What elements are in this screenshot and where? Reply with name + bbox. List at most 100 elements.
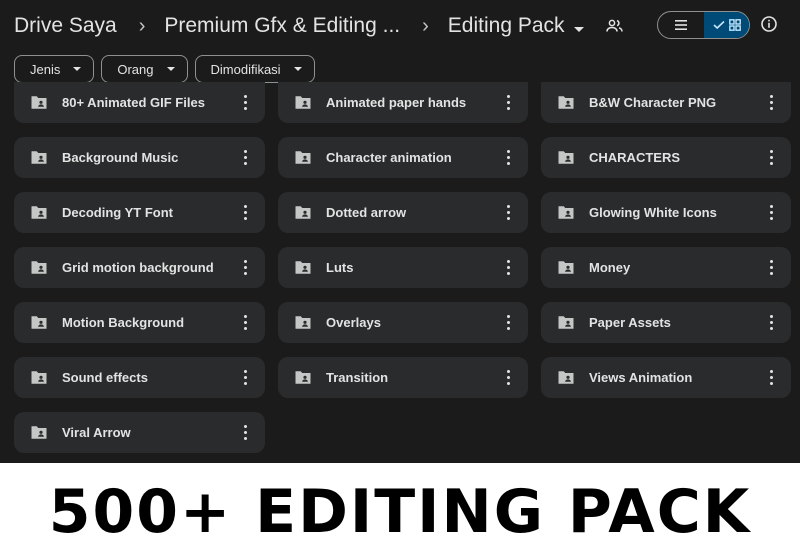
shared-folder-icon: [557, 95, 575, 111]
folder-item[interactable]: Transition: [278, 357, 528, 398]
folder-item[interactable]: Background Music: [14, 137, 265, 178]
folder-item[interactable]: 80+ Animated GIF Files: [14, 82, 265, 123]
grid-icon: [728, 19, 741, 31]
folder-name: Character animation: [326, 150, 452, 165]
folder-grid: 80+ Animated GIF Files Animated paper han…: [14, 82, 791, 453]
drive-window: Drive Saya › Premium Gfx & Editing ... ›…: [0, 0, 800, 463]
shared-folder-icon: [294, 150, 312, 166]
more-options-icon[interactable]: [498, 201, 518, 225]
breadcrumb: Drive Saya › Premium Gfx & Editing ... ›…: [14, 10, 623, 42]
shared-folder-icon: [294, 315, 312, 331]
shared-folder-icon: [294, 260, 312, 276]
more-options-icon[interactable]: [761, 91, 781, 115]
shared-folder-icon: [30, 205, 48, 221]
more-options-icon[interactable]: [235, 146, 255, 170]
list-icon: [675, 20, 687, 30]
folder-item[interactable]: Overlays: [278, 302, 528, 343]
more-options-icon[interactable]: [761, 366, 781, 390]
breadcrumb-root[interactable]: Drive Saya: [14, 14, 117, 38]
folder-item[interactable]: Motion Background: [14, 302, 265, 343]
dropdown-caret-icon: [73, 67, 82, 71]
folder-item[interactable]: Grid motion background: [14, 247, 265, 288]
folder-item[interactable]: Character animation: [278, 137, 528, 178]
shared-folder-icon: [557, 205, 575, 221]
more-options-icon[interactable]: [235, 311, 255, 335]
folder-name: Background Music: [62, 150, 179, 165]
folder-name: Sound effects: [62, 370, 148, 385]
folder-item[interactable]: Sound effects: [14, 357, 265, 398]
more-options-icon[interactable]: [498, 311, 518, 335]
shared-folder-icon: [30, 370, 48, 386]
folder-name: Grid motion background: [62, 260, 214, 275]
shared-people-icon[interactable]: [605, 19, 623, 33]
more-options-icon[interactable]: [235, 421, 255, 445]
folder-item[interactable]: Paper Assets: [541, 302, 791, 343]
folder-name: Dotted arrow: [326, 205, 407, 220]
current-folder-label: Editing Pack: [447, 14, 565, 37]
folder-item[interactable]: Money: [541, 247, 791, 288]
folder-name: Overlays: [326, 315, 381, 330]
more-options-icon[interactable]: [498, 366, 518, 390]
folder-name: 80+ Animated GIF Files: [62, 95, 205, 110]
shared-folder-icon: [557, 150, 575, 166]
folder-item[interactable]: CHARACTERS: [541, 137, 791, 178]
shared-folder-icon: [557, 260, 575, 276]
folder-item[interactable]: Views Animation: [541, 357, 791, 398]
folder-name: CHARACTERS: [589, 150, 680, 165]
folder-item[interactable]: Decoding YT Font: [14, 192, 265, 233]
more-options-icon[interactable]: [235, 91, 255, 115]
filter-bar: Jenis Orang Dimodifikasi: [14, 55, 315, 83]
shared-folder-icon: [30, 95, 48, 111]
breadcrumb-parent[interactable]: Premium Gfx & Editing ...: [164, 14, 400, 38]
more-options-icon[interactable]: [498, 146, 518, 170]
more-options-icon[interactable]: [761, 256, 781, 280]
shared-folder-icon: [30, 425, 48, 441]
folder-name: Luts: [326, 260, 354, 275]
chevron-right-icon: ›: [422, 14, 429, 37]
shared-folder-icon: [30, 150, 48, 166]
folder-item[interactable]: Animated paper hands: [278, 82, 528, 123]
more-options-icon[interactable]: [761, 146, 781, 170]
folder-name: Animated paper hands: [326, 95, 467, 110]
info-icon[interactable]: [760, 15, 778, 38]
folder-name: Views Animation: [589, 370, 693, 385]
shared-folder-icon: [30, 315, 48, 331]
dropdown-caret-icon: [166, 67, 175, 71]
folder-name: Glowing White Icons: [589, 205, 717, 220]
more-options-icon[interactable]: [235, 201, 255, 225]
more-options-icon[interactable]: [498, 256, 518, 280]
view-toggle: [657, 11, 750, 39]
more-options-icon[interactable]: [761, 311, 781, 335]
filter-people-chip[interactable]: Orang: [101, 55, 188, 83]
breadcrumb-current-folder[interactable]: Editing Pack: [448, 14, 584, 38]
folder-name: Money: [589, 260, 631, 275]
folder-name: Decoding YT Font: [62, 205, 173, 220]
folder-item[interactable]: Luts: [278, 247, 528, 288]
filter-type-chip[interactable]: Jenis: [14, 55, 95, 83]
more-options-icon[interactable]: [498, 91, 518, 115]
folder-name: Motion Background: [62, 315, 185, 330]
more-options-icon[interactable]: [235, 366, 255, 390]
list-view-button[interactable]: [658, 12, 704, 38]
more-options-icon[interactable]: [235, 256, 255, 280]
more-options-icon[interactable]: [761, 201, 781, 225]
shared-folder-icon: [294, 370, 312, 386]
grid-view-button[interactable]: [704, 12, 749, 38]
filter-modified-label: Dimodifikasi: [210, 61, 281, 77]
folder-name: Viral Arrow: [62, 425, 131, 440]
folder-name: B&W Character PNG: [589, 95, 717, 110]
filter-type-label: Jenis: [30, 61, 61, 77]
folder-item[interactable]: B&W Character PNG: [541, 82, 791, 123]
shared-folder-icon: [30, 260, 48, 276]
folder-item[interactable]: Viral Arrow: [14, 412, 265, 453]
folder-name: Paper Assets: [589, 315, 671, 330]
shared-folder-icon: [557, 370, 575, 386]
folder-item[interactable]: Dotted arrow: [278, 192, 528, 233]
shared-folder-icon: [294, 95, 312, 111]
check-icon: [712, 20, 725, 30]
filter-people-label: Orang: [117, 61, 154, 77]
filter-modified-chip[interactable]: Dimodifikasi: [194, 55, 315, 83]
shared-folder-icon: [557, 315, 575, 331]
folder-item[interactable]: Glowing White Icons: [541, 192, 791, 233]
promo-banner: 500+ EDITING PACK: [48, 476, 752, 547]
